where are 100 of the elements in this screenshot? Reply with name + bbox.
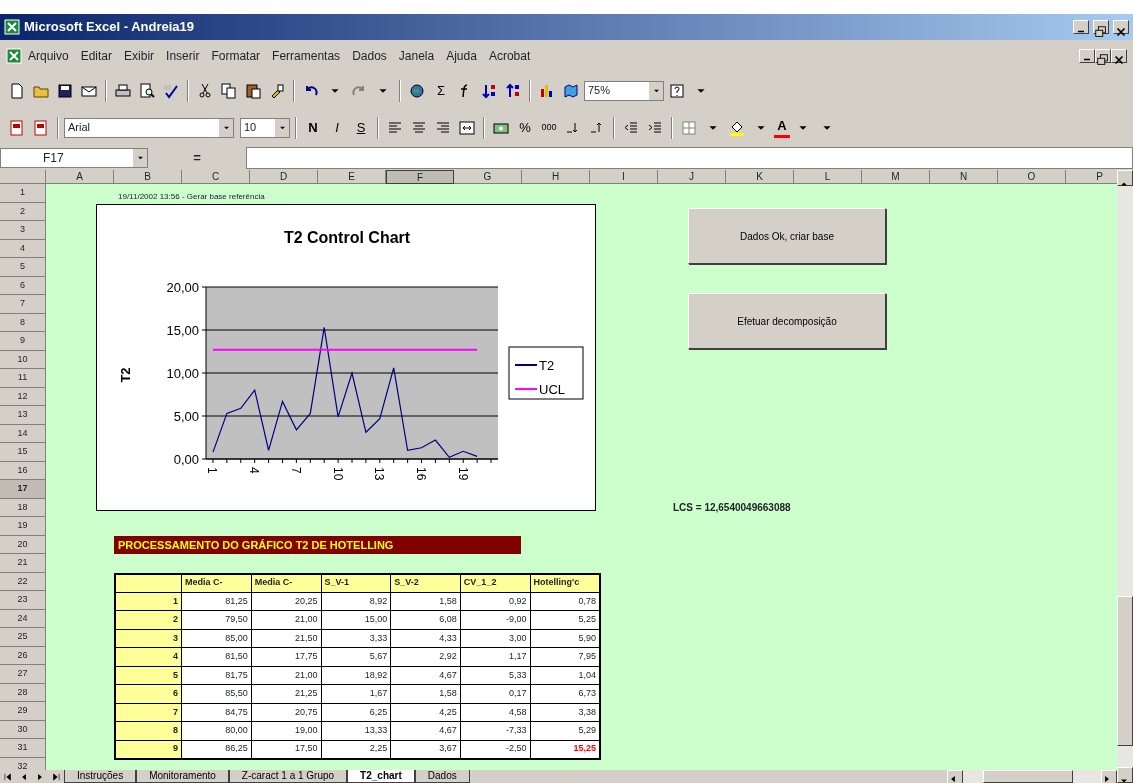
row-header[interactable]: 19 (0, 517, 46, 536)
row-header[interactable]: 21 (0, 554, 46, 573)
column-header[interactable]: K (726, 170, 794, 184)
thousands-button[interactable]: 000 (538, 116, 560, 139)
x-tick-label: 13 (372, 467, 387, 481)
column-header[interactable]: I (590, 170, 658, 184)
menu-item[interactable]: Dados (346, 46, 393, 66)
restore-button[interactable] (1095, 49, 1111, 63)
column-header[interactable]: N (930, 170, 998, 184)
print-preview-icon (139, 82, 155, 99)
menu-item[interactable]: Janela (392, 46, 441, 66)
caret-icon (756, 124, 766, 131)
row-header[interactable]: 31 (0, 739, 46, 758)
column-header[interactable]: B (114, 170, 182, 184)
percent-button[interactable]: % (514, 116, 536, 139)
sort-ascending-icon (481, 82, 497, 99)
bold-button[interactable]: N (302, 116, 324, 139)
x-tick-label: 7 (288, 467, 303, 474)
dropdown-arrow-icon (136, 156, 144, 160)
row-label: 6 (115, 684, 182, 703)
row-label: 1 (115, 592, 182, 611)
font-size-value: 10 (244, 120, 258, 136)
font-size-combo[interactable]: 10 (240, 117, 290, 138)
window-title: Microsoft Excel - Andreia19 (24, 18, 195, 37)
autosum-button[interactable]: Σ (430, 79, 452, 102)
zoom-combo[interactable]: 75% (584, 80, 664, 101)
column-header[interactable]: O (998, 170, 1066, 184)
font-name: Arial (68, 120, 91, 136)
row-header[interactable]: 11 (0, 369, 46, 388)
row-header[interactable]: 27 (0, 665, 46, 684)
horizontal-scrollbar[interactable] (947, 770, 1117, 783)
formula-field[interactable] (246, 147, 1133, 169)
row-label: 3 (115, 629, 182, 648)
merge-cells-icon (459, 119, 475, 136)
equals-sign[interactable]: = (152, 148, 242, 168)
column-header[interactable]: J (658, 170, 726, 184)
restore-icon (1094, 24, 1108, 39)
column-header[interactable]: A (46, 170, 114, 184)
column-header[interactable]: F (386, 170, 454, 184)
macro-button[interactable]: Dados Ok, criar base (688, 208, 886, 264)
menu-item[interactable]: Formatar (205, 46, 267, 66)
column-header[interactable]: C (182, 170, 250, 184)
x-tick-label: 16 (414, 467, 428, 481)
caret-icon (696, 87, 706, 94)
sheet-tab[interactable]: T2_chart (347, 770, 415, 783)
row-header[interactable]: 3 (0, 221, 46, 240)
legend-label: UCL (539, 382, 565, 397)
row-header[interactable]: 5 (0, 258, 46, 277)
row-header[interactable]: 29 (0, 702, 46, 721)
row-header[interactable]: 1 (0, 184, 46, 203)
close-button[interactable] (1113, 20, 1129, 34)
dropdown-arrow-icon (278, 125, 286, 130)
sheet-tab[interactable]: Instruções (64, 770, 137, 783)
menu-item[interactable]: Inserir (160, 46, 206, 66)
column-header[interactable]: H (522, 170, 590, 184)
spellcheck-icon (163, 82, 179, 99)
y-tick-label: 0,00 (173, 452, 199, 467)
select-all-button[interactable] (0, 170, 46, 184)
row-header[interactable]: 17 (0, 480, 46, 499)
lcs-value: LCS = 12,6540049663088 (672, 501, 792, 516)
column-header[interactable]: M (862, 170, 930, 184)
column-heading: S_V-2 (390, 573, 461, 592)
macro-button[interactable]: Efetuar decomposição (688, 293, 886, 349)
scroll-thumb[interactable] (983, 770, 1073, 783)
row-header[interactable]: 25 (0, 628, 46, 647)
column-header[interactable]: G (454, 170, 522, 184)
menu-item[interactable]: Acrobat (482, 46, 537, 66)
menu-item[interactable]: Ajuda (440, 46, 483, 66)
menu-item[interactable]: Ferramentas (266, 46, 347, 66)
minimize-button[interactable] (1073, 20, 1089, 34)
vertical-scrollbar[interactable] (1117, 170, 1133, 783)
column-header[interactable]: E (318, 170, 386, 184)
column-header[interactable]: D (250, 170, 318, 184)
minimize-button[interactable] (1079, 49, 1095, 63)
copy-icon (221, 82, 237, 99)
sheet-tab[interactable]: Monitoramento (136, 770, 229, 783)
column-header[interactable]: P (1066, 170, 1117, 184)
italic-button[interactable]: I (326, 116, 348, 139)
menu-item[interactable]: Editar (74, 46, 119, 66)
row-header[interactable]: 13 (0, 406, 46, 425)
scroll-thumb[interactable] (1117, 596, 1133, 746)
close-button[interactable] (1111, 49, 1127, 63)
font-color-button[interactable]: A (774, 117, 790, 138)
underline-button[interactable]: S (350, 116, 372, 139)
menu-item[interactable]: Arquivo (22, 46, 75, 66)
row-header[interactable]: 15 (0, 443, 46, 462)
sheet-tab[interactable]: Dados (414, 770, 470, 783)
paste-icon (245, 82, 261, 99)
row-header[interactable]: 23 (0, 591, 46, 610)
column-header[interactable]: L (794, 170, 862, 184)
x-tick-label: 4 (247, 467, 262, 474)
align-right-icon (435, 119, 451, 136)
restore-button[interactable] (1093, 20, 1109, 34)
row-header[interactable]: 7 (0, 295, 46, 314)
sheet-tab[interactable]: Z-caract 1 a 1 Grupo (228, 770, 348, 783)
row-label: 8 (115, 721, 182, 740)
row-header[interactable]: 9 (0, 332, 46, 351)
menu-item[interactable]: Exibir (118, 46, 161, 66)
font-combo[interactable]: Arial (64, 117, 234, 138)
name-box[interactable]: F17 (0, 148, 148, 168)
